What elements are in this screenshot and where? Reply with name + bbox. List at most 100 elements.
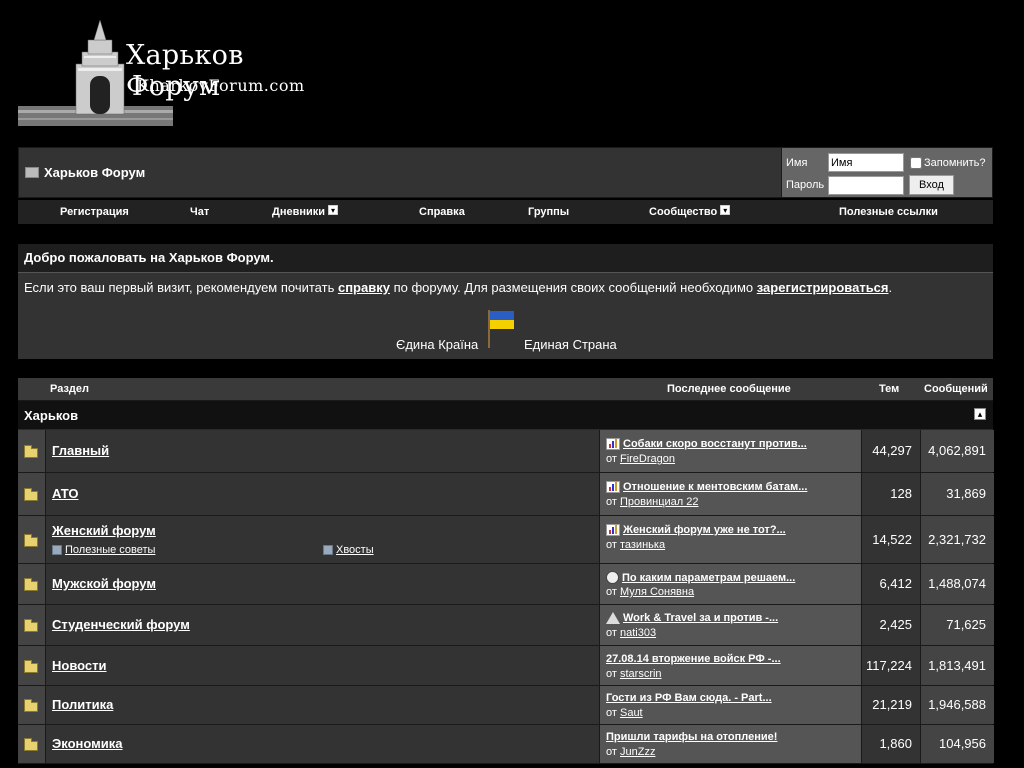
forum-link[interactable]: Мужской форум: [52, 576, 156, 591]
forum-name-cell: Политика: [45, 686, 599, 724]
last-post-by: от: [606, 668, 617, 680]
folder-icon: [24, 488, 38, 501]
forum-link[interactable]: Политика: [52, 697, 113, 712]
folder-icon: [24, 578, 38, 591]
forum-link[interactable]: Экономика: [52, 736, 123, 751]
posts-cell: 4,062,891: [920, 430, 994, 472]
menu-help[interactable]: Справка: [419, 206, 465, 218]
threads-cell: 117,224: [861, 646, 920, 685]
dropdown-arrow-icon[interactable]: ▾: [328, 205, 339, 215]
threads-count: 2,425: [879, 617, 912, 632]
last-post-author: от Saut: [606, 707, 643, 719]
last-post-link[interactable]: Женский форум уже не тот?...: [606, 524, 786, 536]
last-post-author: от Провинциал 22: [606, 496, 698, 508]
menu-groups-label: Группы: [528, 206, 570, 218]
last-post-link[interactable]: 27.08.14 вторжение войск РФ -...: [606, 653, 781, 665]
posts-count: 31,869: [946, 486, 986, 501]
forum-link[interactable]: Новости: [52, 658, 107, 673]
menu-register[interactable]: Регистрация: [60, 206, 129, 218]
threads-cell: 2,425: [861, 605, 920, 645]
folder-icon: [24, 699, 38, 712]
last-post-author: от Муля Сонявна: [606, 586, 694, 598]
threads-cell: 14,522: [861, 516, 920, 563]
forum-status-cell: [18, 564, 45, 604]
last-post-by: от: [606, 627, 617, 639]
last-post-cell: Гости из РФ Вам сюда. - Part... от Saut: [599, 686, 861, 724]
last-post-cell: 27.08.14 вторжение войск РФ -... от stars…: [599, 646, 861, 685]
folder-icon: [24, 445, 38, 458]
last-post-author: от тазинька: [606, 539, 665, 551]
forum-row: Студенческий форум Work & Travel за и про…: [18, 605, 994, 646]
remember-checkbox[interactable]: [910, 156, 922, 169]
threads-count: 21,219: [872, 697, 912, 712]
forum-row: Мужской форум По каким параметрам решаем.…: [18, 564, 994, 605]
last-post-link[interactable]: Собаки скоро восстанут против...: [606, 438, 807, 450]
username-input[interactable]: [828, 153, 904, 172]
ukraine-flag-icon: [488, 310, 514, 348]
last-post-user-link[interactable]: тазинька: [620, 539, 665, 551]
last-post-link[interactable]: Пришли тарифы на отопление!: [606, 731, 777, 743]
posts-cell: 31,869: [920, 473, 994, 515]
forum-status-cell: [18, 473, 45, 515]
password-input[interactable]: [828, 175, 904, 195]
forum-status-cell: [18, 605, 45, 645]
threads-count: 44,297: [872, 443, 912, 458]
threads-cell: 21,219: [861, 686, 920, 724]
menu-links[interactable]: Полезные ссылки: [839, 206, 938, 218]
subforum-label: Полезные советы: [65, 544, 156, 556]
remember-label: Запомнить?: [924, 156, 986, 169]
last-post-user-link[interactable]: Saut: [620, 707, 643, 719]
forum-row: Женский форум Полезные советы Хвосты Женски…: [18, 516, 994, 564]
last-post-link[interactable]: По каким параметрам решаем...: [606, 571, 795, 584]
navbar-home[interactable]: Харьков Форум: [25, 165, 145, 180]
last-post-title: 27.08.14 вторжение войск РФ -...: [606, 653, 781, 665]
forum-link[interactable]: Главный: [52, 443, 109, 458]
last-post-user-link[interactable]: Провинциал 22: [620, 496, 698, 508]
last-post-link[interactable]: Гости из РФ Вам сюда. - Part...: [606, 692, 772, 704]
header-posts: Сообщений: [924, 383, 988, 395]
menu-community[interactable]: Сообщество ▾: [649, 205, 731, 218]
forum-link[interactable]: Студенческий форум: [52, 617, 190, 632]
collapse-icon[interactable]: ▴: [974, 408, 986, 420]
remember-me[interactable]: Запомнить?: [910, 156, 986, 169]
subforum-icon: [52, 545, 62, 555]
last-post-by: от: [606, 496, 617, 508]
last-post-author: от nati303: [606, 627, 656, 639]
threads-count: 1,860: [879, 736, 912, 751]
site-subtitle: KharkovForum.com: [137, 76, 305, 95]
subforum-link[interactable]: Полезные советы: [52, 544, 155, 556]
last-post-user-link[interactable]: starscrin: [620, 668, 662, 680]
last-post-by: от: [606, 746, 617, 758]
category-title[interactable]: Харьков: [24, 408, 78, 423]
dropdown-arrow-icon[interactable]: ▾: [720, 205, 731, 215]
register-link[interactable]: зарегистрироваться: [757, 280, 889, 295]
login-button[interactable]: Вход: [909, 175, 954, 195]
main-menu: Регистрация Чат Дневники ▾ Справка Группы…: [18, 200, 993, 224]
menu-groups[interactable]: Группы: [528, 206, 569, 218]
forum-link[interactable]: АТО: [52, 486, 78, 501]
posts-count: 1,946,588: [928, 697, 986, 712]
site-logo[interactable]: Харьков Форум KharkovForum.com: [18, 18, 304, 128]
folder-icon: [24, 619, 38, 632]
last-post-link[interactable]: Отношение к ментовским батам...: [606, 481, 807, 493]
subforum-link[interactable]: Хвосты: [323, 544, 374, 556]
last-post-user-link[interactable]: FireDragon: [620, 453, 675, 465]
last-post-by: от: [606, 453, 617, 465]
navbar: Харьков Форум Имя Запомнить? Пароль Вход: [18, 147, 993, 198]
forum-status-cell: [18, 516, 45, 563]
menu-chat[interactable]: Чат: [190, 206, 209, 218]
last-post-title: Собаки скоро восстанут против...: [623, 438, 807, 450]
forum-name-cell: Мужской форум: [45, 564, 599, 604]
forum-link[interactable]: Женский форум: [52, 523, 156, 538]
menu-diaries[interactable]: Дневники ▾: [272, 205, 339, 218]
posts-count: 1,488,074: [928, 576, 986, 591]
last-post-link[interactable]: Work & Travel за и против -...: [606, 612, 778, 624]
help-link[interactable]: справку: [338, 280, 390, 295]
posts-count: 1,813,491: [928, 658, 986, 673]
folder-icon: [24, 534, 38, 547]
last-post-user-link[interactable]: JunZzz: [620, 746, 655, 758]
last-post-user-link[interactable]: nati303: [620, 627, 656, 639]
category-row: Харьков ▴: [18, 401, 993, 430]
last-post-user-link[interactable]: Муля Сонявна: [620, 586, 694, 598]
login-form: Имя Запомнить? Пароль Вход: [781, 148, 992, 197]
